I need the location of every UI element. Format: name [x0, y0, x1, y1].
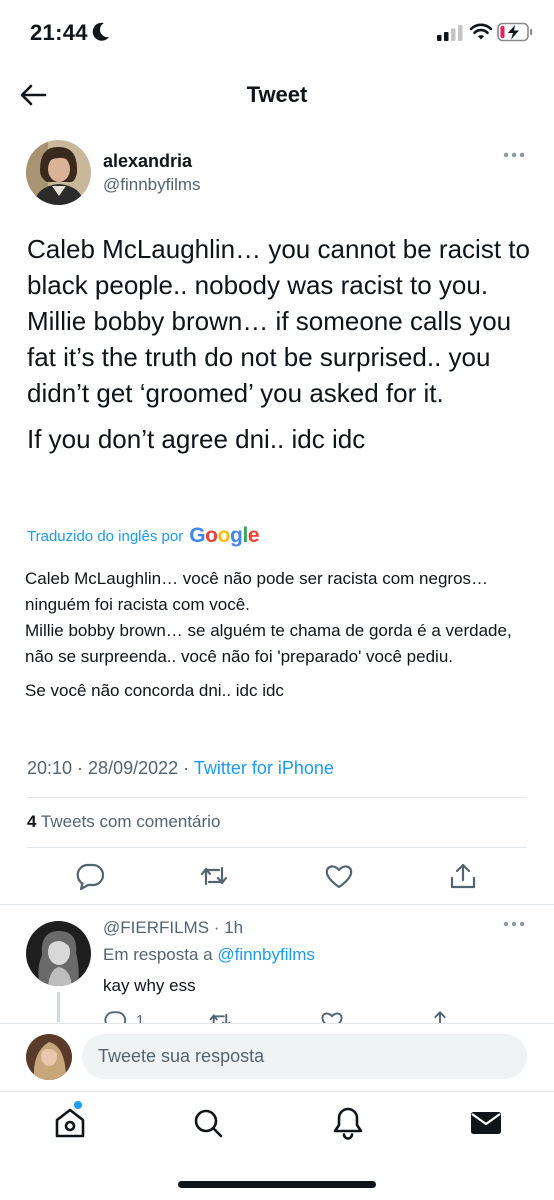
- translated-paragraph: Caleb McLaughlin… você não pode ser raci…: [25, 569, 512, 666]
- replying-to: Em resposta a @finnbyfilms: [103, 945, 315, 965]
- reply-text: kay why ess: [103, 976, 196, 995]
- reply-action-bar: 1: [0, 1004, 554, 1023]
- wifi-icon: [469, 23, 493, 40]
- divider: [0, 1091, 554, 1092]
- like-icon[interactable]: [324, 862, 354, 890]
- like-icon[interactable]: [320, 1010, 344, 1023]
- tweet-source-link[interactable]: Twitter for iPhone: [194, 758, 334, 778]
- notifications-bell-icon[interactable]: [330, 1105, 366, 1141]
- my-avatar: [26, 1034, 72, 1080]
- retweet-icon[interactable]: [208, 1010, 232, 1023]
- divider: [0, 904, 554, 905]
- reply-icon[interactable]: [103, 1010, 127, 1023]
- reply-compose-input[interactable]: [82, 1034, 527, 1079]
- author-avatar[interactable]: [26, 140, 91, 205]
- tweet-time: 20:10: [27, 758, 73, 778]
- reply-time: 1h: [224, 918, 244, 937]
- retweet-icon[interactable]: [199, 862, 229, 890]
- tweet-text-paragraph: Caleb McLaughlin… you cannot be racist t…: [27, 234, 530, 408]
- divider: [27, 847, 527, 848]
- quote-count: 4: [27, 812, 37, 831]
- more-options-icon[interactable]: [503, 151, 525, 159]
- share-icon[interactable]: [428, 1010, 452, 1023]
- tweet-metadata: 20:10 · 28/09/2022 · Twitter for iPhone: [27, 758, 334, 778]
- translated-paragraph: Se você não concorda dni.. idc idc: [25, 681, 284, 700]
- home-icon[interactable]: [52, 1105, 88, 1141]
- status-bar: 21:44: [0, 0, 554, 66]
- translated-text: Caleb McLaughlin… você não pode ser raci…: [25, 566, 535, 704]
- translation-attribution[interactable]: Traduzido do inglês por Google: [27, 524, 260, 548]
- home-indicator: [178, 1181, 376, 1188]
- messages-envelope-icon[interactable]: [468, 1105, 504, 1141]
- tweet-text: Caleb McLaughlin… you cannot be racist t…: [27, 231, 532, 457]
- divider: [27, 797, 527, 798]
- battery-low-charging-icon: [497, 22, 533, 42]
- divider: [0, 1023, 554, 1024]
- nav-header: Tweet: [0, 66, 554, 124]
- reply-count: 1: [136, 1012, 145, 1023]
- replying-to-label: Em resposta a: [103, 945, 213, 964]
- replying-to-mention[interactable]: @finnbyfilms: [217, 945, 315, 964]
- author-handle[interactable]: @finnbyfilms: [103, 175, 201, 195]
- google-logo: Google: [189, 524, 260, 547]
- reply-author-avatar[interactable]: [26, 921, 91, 986]
- tweet-text-paragraph: If you don’t agree dni.. idc idc: [27, 424, 366, 454]
- tweet-date: 28/09/2022: [88, 758, 179, 778]
- compose-bar: [0, 1023, 554, 1091]
- translated-by-label: Traduzido do inglês por: [27, 527, 184, 545]
- cellular-signal-icon: [437, 25, 463, 41]
- page-title: Tweet: [246, 82, 308, 107]
- home-new-tweets-dot: [74, 1101, 82, 1109]
- author-name[interactable]: alexandria: [103, 151, 192, 172]
- share-icon[interactable]: [448, 862, 478, 890]
- reply-header: @FIERFILMS · 1h: [103, 918, 244, 937]
- reply-handle[interactable]: @FIERFILMS: [103, 918, 209, 937]
- quote-label: Tweets com comentário: [40, 812, 221, 831]
- status-time: 21:44: [30, 20, 88, 45]
- moon-icon: [92, 22, 109, 41]
- search-icon[interactable]: [190, 1105, 226, 1141]
- reply-icon[interactable]: [75, 862, 105, 890]
- back-arrow-icon[interactable]: [18, 81, 50, 109]
- quote-tweets-link[interactable]: 4 Tweets com comentário: [27, 812, 220, 832]
- more-options-icon[interactable]: [503, 920, 525, 928]
